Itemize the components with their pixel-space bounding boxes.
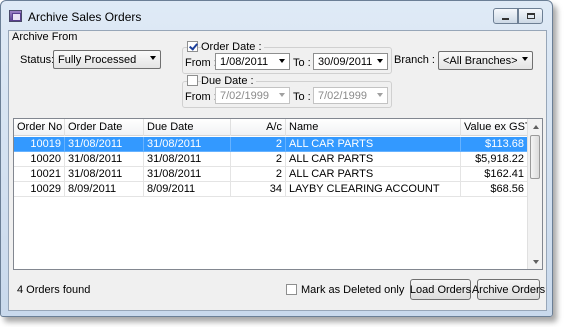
due-date-checkbox[interactable] <box>187 75 198 86</box>
table-row[interactable]: 10019 31/08/2011 31/08/2011 2 ALL CAR PA… <box>14 137 528 152</box>
cell-value: $5,918.22 <box>461 152 528 167</box>
scroll-down-icon[interactable] <box>528 254 543 269</box>
column-header-ac[interactable]: A/c <box>231 119 286 136</box>
chevron-down-icon <box>150 56 156 60</box>
table-row[interactable]: 10029 8/09/2011 8/09/2011 34 LAYBY CLEAR… <box>14 182 528 197</box>
scroll-up-icon[interactable] <box>528 119 543 134</box>
cell-order-date: 31/08/2011 <box>65 167 144 182</box>
maximize-icon <box>526 13 535 19</box>
cell-order-no: 10019 <box>14 137 65 152</box>
orders-table[interactable]: Order No Order Date Due Date A/c Name Va… <box>13 118 543 270</box>
branch-select[interactable]: <All Branches> <box>438 51 533 70</box>
status-value: Fully Processed <box>58 53 137 66</box>
column-header-value[interactable]: Value ex GST <box>461 119 528 136</box>
cell-order-no: 10029 <box>14 182 65 197</box>
cell-due-date: 31/08/2011 <box>144 137 231 152</box>
cell-order-date: 8/09/2011 <box>65 182 144 197</box>
table-row[interactable]: 10021 31/08/2011 31/08/2011 2 ALL CAR PA… <box>14 167 528 182</box>
archive-from-heading: Archive From <box>12 31 78 43</box>
window-title: Archive Sales Orders <box>28 10 142 24</box>
cell-due-date: 31/08/2011 <box>144 167 231 182</box>
minimize-icon <box>502 17 509 20</box>
order-date-checkbox[interactable] <box>187 41 198 52</box>
scrollbar-thumb[interactable] <box>530 135 540 179</box>
status-select[interactable]: Fully Processed <box>53 50 161 69</box>
load-orders-button[interactable]: Load Orders <box>410 279 471 300</box>
order-date-from-value: 1/08/2011 <box>220 55 269 68</box>
table-row[interactable]: 10020 31/08/2011 31/08/2011 2 ALL CAR PA… <box>14 152 528 167</box>
branch-value: <All Branches> <box>443 54 518 67</box>
cell-value: $68.56 <box>461 182 528 197</box>
cell-due-date: 31/08/2011 <box>144 152 231 167</box>
order-date-label: Order Date : <box>201 41 264 53</box>
cell-ac: 2 <box>231 167 286 182</box>
cell-order-date: 31/08/2011 <box>65 152 144 167</box>
order-date-to-value: 30/09/2011 <box>318 55 373 68</box>
due-date-from-label: From : <box>185 91 217 103</box>
order-date-to-label: To : <box>293 57 311 69</box>
status-label: Status: <box>20 54 55 66</box>
chevron-down-icon <box>279 93 285 97</box>
column-header-order-no[interactable]: Order No <box>14 119 65 136</box>
column-header-due-date[interactable]: Due Date <box>144 119 231 136</box>
app-icon <box>9 10 22 22</box>
table-header: Order No Order Date Due Date A/c Name Va… <box>14 119 528 136</box>
cell-order-no: 10021 <box>14 167 65 182</box>
cell-ac: 34 <box>231 182 286 197</box>
archive-sales-orders-window: Archive Sales Orders Archive From Status… <box>0 0 553 317</box>
vertical-scrollbar[interactable] <box>527 119 542 269</box>
archive-orders-button[interactable]: Archive Orders <box>472 279 545 300</box>
order-date-from-picker[interactable]: 1/08/2011 <box>215 53 290 70</box>
maximize-button[interactable] <box>518 8 543 24</box>
title-bar[interactable]: Archive Sales Orders <box>1 1 552 31</box>
cell-name: ALL CAR PARTS <box>286 137 461 152</box>
cell-value: $162.41 <box>461 167 528 182</box>
branch-label: Branch : <box>394 54 435 66</box>
cell-name: LAYBY CLEARING ACCOUNT <box>286 182 461 197</box>
cell-due-date: 8/09/2011 <box>144 182 231 197</box>
minimize-button[interactable] <box>493 8 518 24</box>
cell-ac: 2 <box>231 137 286 152</box>
order-date-to-picker[interactable]: 30/09/2011 <box>313 53 388 70</box>
cell-name: ALL CAR PARTS <box>286 167 461 182</box>
chevron-down-icon <box>279 59 285 63</box>
dialog-body: Archive From Status: Fully Processed Ord… <box>8 30 547 311</box>
due-date-from-value: 7/02/1999 <box>220 89 269 102</box>
cell-order-date: 31/08/2011 <box>65 137 144 152</box>
cell-order-no: 10020 <box>14 152 65 167</box>
due-date-to-value: 7/02/1999 <box>318 89 367 102</box>
due-date-label: Due Date : <box>201 75 256 87</box>
cell-ac: 2 <box>231 152 286 167</box>
order-date-from-label: From : <box>185 57 217 69</box>
column-header-name[interactable]: Name <box>286 119 461 136</box>
cell-name: ALL CAR PARTS <box>286 152 461 167</box>
chevron-down-icon <box>377 93 383 97</box>
mark-as-deleted-label: Mark as Deleted only <box>301 284 405 296</box>
chevron-down-icon <box>377 59 383 63</box>
cell-value: $113.68 <box>461 137 528 152</box>
mark-as-deleted-checkbox[interactable] <box>286 284 297 295</box>
orders-found-status: 4 Orders found <box>17 284 91 296</box>
due-date-to-label: To : <box>293 91 311 103</box>
due-date-from-picker[interactable]: 7/02/1999 <box>215 87 290 104</box>
chevron-down-icon <box>522 57 528 61</box>
column-header-order-date[interactable]: Order Date <box>65 119 144 136</box>
due-date-to-picker[interactable]: 7/02/1999 <box>313 87 388 104</box>
